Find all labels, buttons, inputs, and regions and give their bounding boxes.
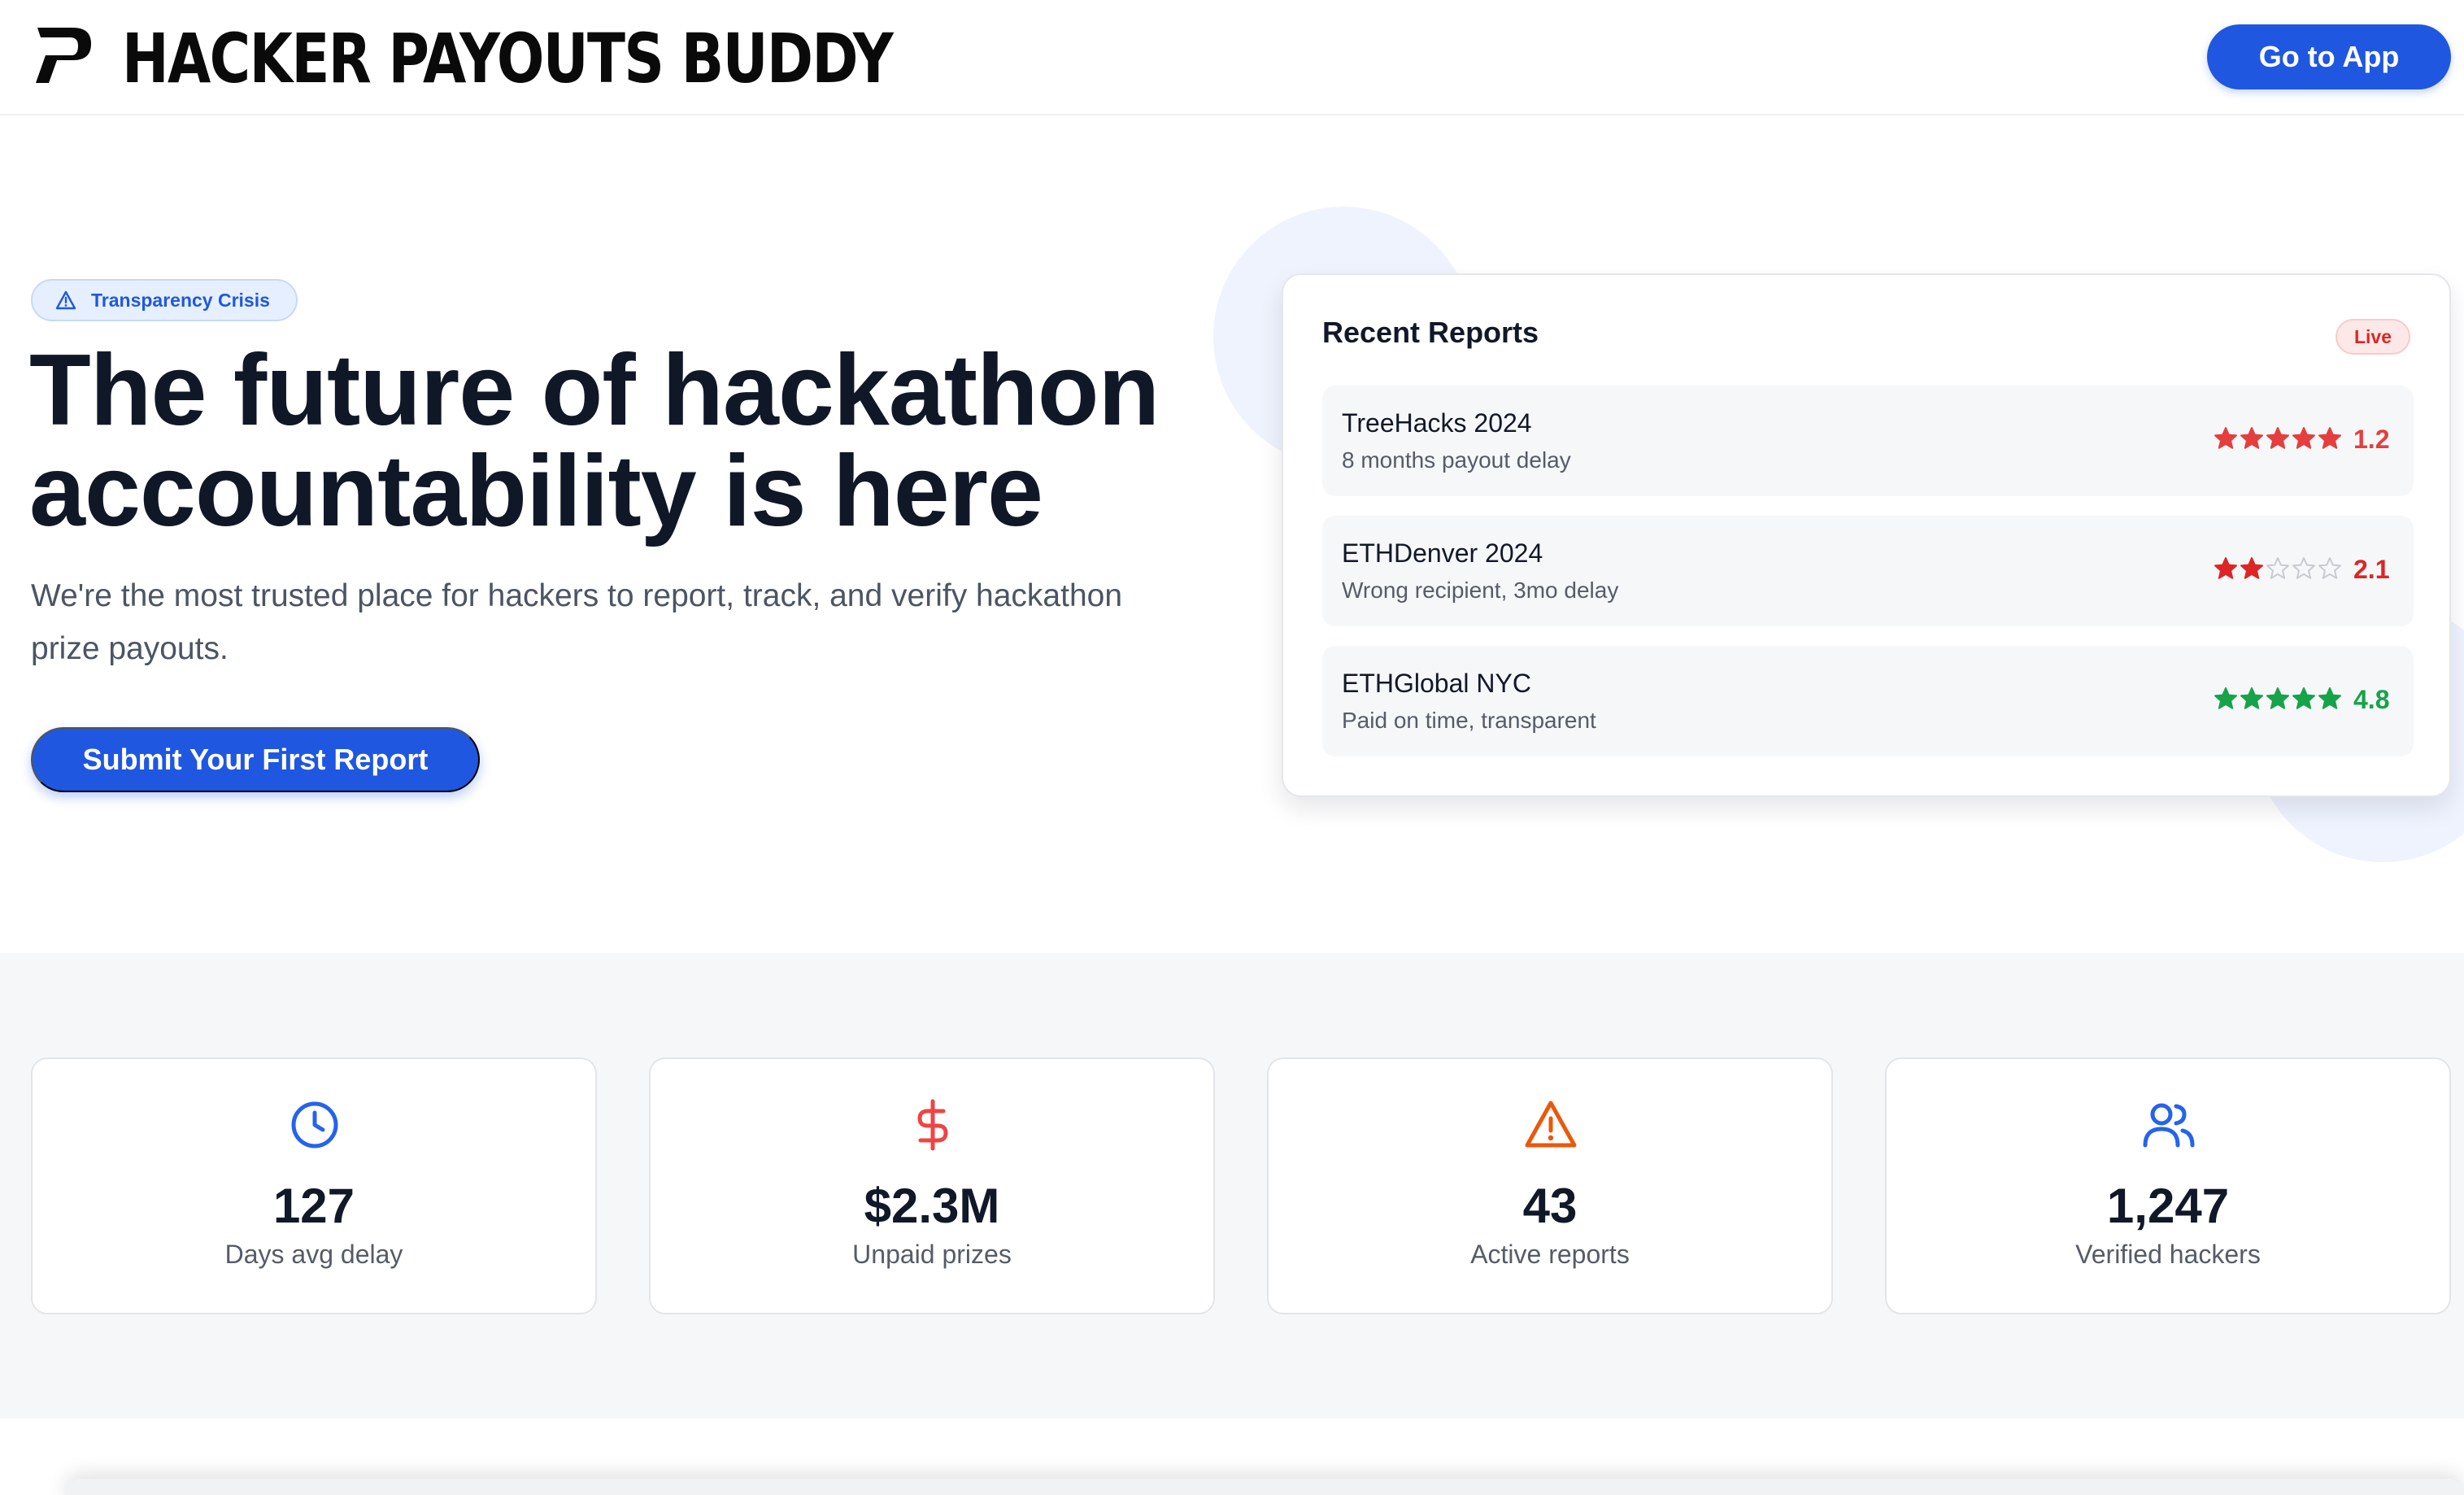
brand-name[interactable]: HACKER PAYOUTS BUDDY bbox=[122, 18, 894, 99]
hero-title: The future of hackathon accountability i… bbox=[29, 340, 1200, 542]
clock-icon bbox=[291, 1101, 338, 1148]
stat-value: 1,247 bbox=[2106, 1179, 2230, 1233]
star-filled-icon bbox=[2318, 427, 2341, 449]
star-empty-icon bbox=[2318, 557, 2341, 579]
report-item[interactable]: ETHGlobal NYC Paid on time, transparent … bbox=[1322, 646, 2414, 756]
report-score: 2.1 bbox=[2353, 555, 2390, 584]
star-rating bbox=[2214, 556, 2344, 581]
report-score: 4.8 bbox=[2353, 685, 2390, 714]
top-navbar: HACKER PAYOUTS BUDDY Go to App bbox=[0, 0, 2464, 116]
report-description: Paid on time, transparent bbox=[1342, 708, 1596, 733]
stat-card: $2.3M Unpaid prizes bbox=[649, 1057, 1215, 1314]
warning-icon bbox=[55, 290, 76, 310]
live-badge: Live bbox=[2336, 319, 2410, 355]
stat-card: 43 Active reports bbox=[1267, 1057, 1833, 1314]
stat-label: Active reports bbox=[1470, 1240, 1630, 1269]
warning-icon bbox=[1525, 1101, 1577, 1148]
star-filled-icon bbox=[2292, 427, 2315, 449]
stat-card: 127 Days avg delay bbox=[31, 1057, 597, 1314]
badge-label: Transparency Crisis bbox=[91, 289, 270, 311]
star-empty-icon bbox=[2266, 557, 2289, 579]
hero-subtitle: We're the most trusted place for hackers… bbox=[31, 578, 1123, 666]
recent-reports-card: Recent Reports Live TreeHacks 2024 8 mon… bbox=[1282, 273, 2451, 797]
star-empty-icon bbox=[2292, 557, 2315, 579]
report-score: 1.2 bbox=[2353, 425, 2390, 454]
stat-value: $2.3M bbox=[864, 1179, 1000, 1233]
star-filled-icon bbox=[2240, 687, 2263, 709]
star-filled-icon bbox=[2318, 687, 2341, 709]
stat-label: Days avg delay bbox=[224, 1240, 403, 1269]
next-section-edge bbox=[65, 1479, 2464, 1495]
report-name: ETHDenver 2024 bbox=[1342, 538, 1543, 568]
submit-report-button[interactable]: Submit Your First Report bbox=[31, 727, 480, 792]
report-item[interactable]: ETHDenver 2024 Wrong recipient, 3mo dela… bbox=[1322, 516, 2414, 626]
dollar-icon bbox=[917, 1099, 948, 1151]
stat-label: Unpaid prizes bbox=[852, 1240, 1012, 1269]
transparency-badge: Transparency Crisis bbox=[31, 279, 298, 321]
report-item[interactable]: TreeHacks 2024 8 months payout delay 1.2 bbox=[1322, 386, 2414, 496]
star-filled-icon bbox=[2292, 687, 2315, 709]
stat-label: Verified hackers bbox=[2075, 1240, 2261, 1269]
stat-value: 127 bbox=[272, 1179, 355, 1233]
card-title: Recent Reports bbox=[1322, 316, 1539, 349]
report-name: TreeHacks 2024 bbox=[1342, 408, 1532, 438]
stat-value: 43 bbox=[1522, 1179, 1578, 1233]
star-filled-icon bbox=[2214, 557, 2237, 579]
star-filled-icon bbox=[2214, 687, 2237, 709]
report-description: 8 months payout delay bbox=[1342, 447, 1571, 473]
star-rating bbox=[2214, 426, 2344, 451]
stat-card: 1,247 Verified hackers bbox=[1885, 1057, 2451, 1314]
star-filled-icon bbox=[2240, 557, 2263, 579]
report-description: Wrong recipient, 3mo delay bbox=[1342, 578, 1619, 603]
logo-icon[interactable] bbox=[34, 24, 93, 86]
star-filled-icon bbox=[2240, 427, 2263, 449]
hero-title-line-2: accountability is here bbox=[29, 435, 1043, 547]
go-to-app-button[interactable]: Go to App bbox=[2207, 24, 2451, 89]
star-rating bbox=[2214, 686, 2344, 711]
hero-title-line-1: The future of hackathon bbox=[29, 334, 1160, 447]
report-name: ETHGlobal NYC bbox=[1342, 669, 1531, 698]
landing-page: HACKER PAYOUTS BUDDY Go to App Transpare… bbox=[0, 0, 2464, 1495]
star-filled-icon bbox=[2214, 427, 2237, 449]
star-filled-icon bbox=[2266, 427, 2289, 449]
users-icon bbox=[2143, 1103, 2195, 1148]
star-filled-icon bbox=[2266, 687, 2289, 709]
